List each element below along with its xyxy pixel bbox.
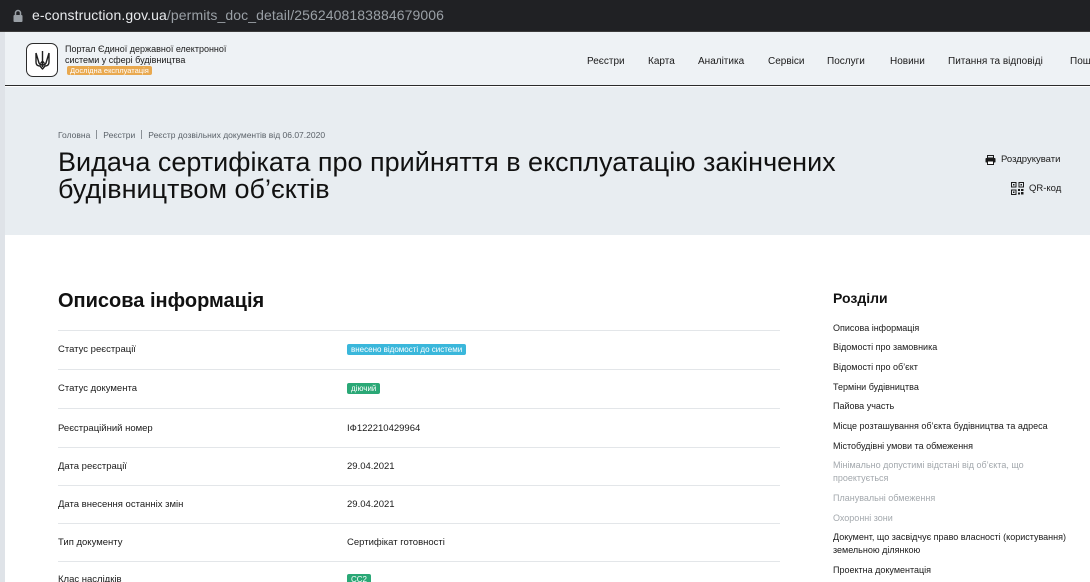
table-row: Дата реєстрації 29.04.2021 (58, 447, 780, 485)
site-logo[interactable] (26, 43, 58, 77)
table-row: Дата внесення останніх змін 29.04.2021 (58, 485, 780, 523)
nav-public-services[interactable]: Послуги (827, 56, 865, 70)
section-link-construction-terms[interactable]: Терміни будівництва (833, 381, 1078, 394)
page-title: Видача сертифіката про прийняття в експл… (58, 147, 836, 204)
nav-registries[interactable]: Реєстри (587, 56, 625, 70)
row-label: Реєстраційний номер (58, 423, 153, 434)
section-link-planning-restrictions: Планувальні обмеження (833, 493, 936, 503)
section-link-protected-zones: Охоронні зони (833, 513, 893, 523)
consequence-class-badge: СС2 (347, 574, 372, 582)
qr-code-label: QR-код (1029, 183, 1062, 194)
table-row: Статус реєстрації внесено відомості до с… (58, 330, 780, 369)
site-header: Портал Єдиної державної електронної сист… (5, 32, 1090, 86)
url-host: e-construction.gov.ua (32, 7, 167, 23)
row-value: діючий (347, 383, 381, 394)
page-hero: Головна Реєстри Реєстр дозвільних документ… (5, 87, 1090, 235)
browser-url[interactable]: e-construction.gov.ua/permits_doc_detail… (32, 7, 444, 23)
breadcrumb-separator (96, 130, 98, 139)
breadcrumb-current[interactable]: Реєстр дозвільних документів від 06.07.2… (148, 130, 325, 140)
portal-name: Портал Єдиної державної електронної сист… (65, 44, 227, 65)
section-link-object-info[interactable]: Відомості про об’єкт (833, 361, 1078, 374)
print-label: Роздрукувати (1001, 154, 1061, 165)
breadcrumb-home[interactable]: Головна (58, 130, 90, 140)
row-label: Статус реєстрації (58, 344, 136, 355)
table-row: Статус документа діючий (58, 369, 780, 408)
breadcrumb-separator (141, 130, 143, 139)
table-row: Тип документу Сертифікат готовності (58, 523, 780, 561)
row-value: СС2 (347, 574, 372, 582)
section-link-customer-info[interactable]: Відомості про замовника (833, 341, 1078, 354)
registration-status-badge: внесено відомості до системи (347, 344, 467, 355)
section-link-share-participation[interactable]: Пайова участь (833, 400, 1078, 413)
row-label: Статус документа (58, 383, 137, 394)
nav-map[interactable]: Карта (648, 56, 675, 70)
lock-icon (13, 9, 23, 22)
row-label: Тип документу (58, 537, 123, 548)
printer-icon (985, 154, 996, 165)
section-link-location-address[interactable]: Місце розташування об’єкта будівництва т… (833, 420, 1078, 433)
site-logo-text[interactable]: Портал Єдиної державної електронної сист… (65, 44, 235, 76)
url-path: /permits_doc_detail/2562408183884679006 (166, 7, 445, 23)
row-value: ІФ122210429964 (347, 423, 421, 434)
nav-news[interactable]: Новини (890, 56, 925, 70)
qr-code-icon (1011, 182, 1024, 195)
section-link-min-distances: Мінімально допустимі відстані від об’єкт… (833, 460, 1024, 483)
section-link-descriptive-info[interactable]: Описова інформація (833, 322, 1078, 335)
trident-icon (35, 51, 50, 70)
row-label: Дата внесення останніх змін (58, 499, 184, 510)
section-link-land-ownership[interactable]: Документ, що засвідчує право власності (… (833, 531, 1078, 557)
row-value: 29.04.2021 (347, 461, 395, 472)
nav-analytics[interactable]: Аналітика (698, 56, 744, 70)
section-link-project-docs[interactable]: Проектна документація (833, 564, 1078, 577)
row-value: Сертифікат готовності (347, 537, 445, 548)
beta-badge: Дослідна експлуатація (67, 66, 152, 75)
browser-address-bar[interactable]: e-construction.gov.ua/permits_doc_detail… (0, 0, 1090, 32)
table-row: Реєстраційний номер ІФ122210429964 (58, 408, 780, 447)
section-link-urban-conditions[interactable]: Містобудівні умови та обмеження (833, 440, 1078, 453)
table-row: Клас наслідків СС2 (58, 561, 780, 582)
section-title: Описова інформація (58, 290, 265, 312)
nav-search[interactable]: Пош (1070, 56, 1090, 70)
print-button[interactable]: Роздрукувати (985, 154, 1060, 165)
nav-services[interactable]: Сервіси (768, 56, 804, 70)
breadcrumb: Головна Реєстри Реєстр дозвільних документ… (58, 130, 325, 140)
row-label: Клас наслідків (58, 574, 122, 582)
nav-faq[interactable]: Питання та відповіді (948, 56, 1043, 70)
sections-title: Розділи (833, 290, 888, 306)
row-value: внесено відомості до системи (347, 344, 467, 355)
qr-code-button[interactable]: QR-код (1011, 182, 1061, 195)
breadcrumb-registries[interactable]: Реєстри (103, 130, 135, 140)
row-value: 29.04.2021 (347, 499, 395, 510)
document-status-badge: діючий (347, 383, 381, 394)
row-label: Дата реєстрації (58, 461, 127, 472)
